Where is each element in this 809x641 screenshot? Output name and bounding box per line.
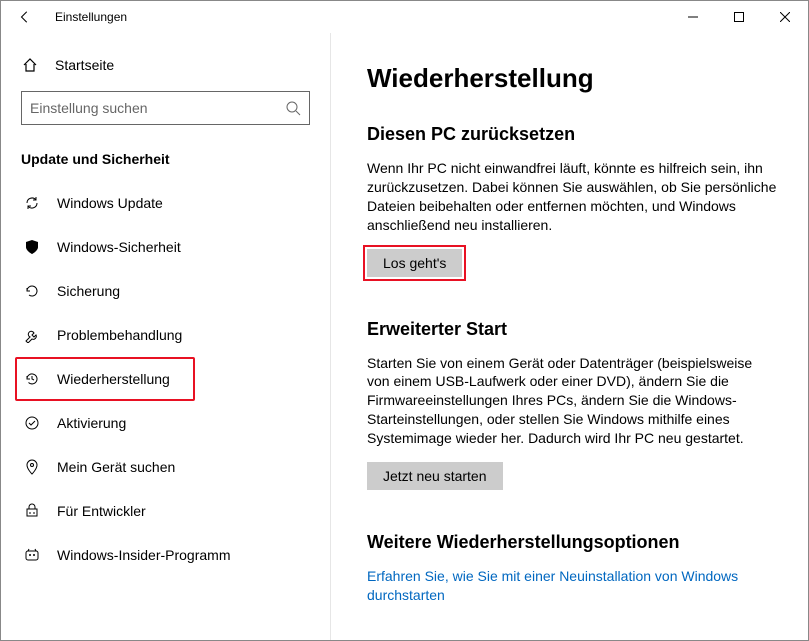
location-icon bbox=[23, 459, 41, 475]
sidebar-item-label: Windows-Sicherheit bbox=[57, 239, 181, 255]
close-button[interactable] bbox=[762, 1, 808, 33]
reset-section: Diesen PC zurücksetzen Wenn Ihr PC nicht… bbox=[367, 124, 778, 281]
search-icon bbox=[285, 100, 301, 116]
back-button[interactable] bbox=[9, 1, 41, 33]
sidebar-home-label: Startseite bbox=[55, 57, 114, 73]
sidebar-item-find-device[interactable]: Mein Gerät suchen bbox=[21, 445, 310, 489]
minimize-button[interactable] bbox=[670, 1, 716, 33]
search-placeholder: Einstellung suchen bbox=[30, 100, 148, 116]
wrench-icon bbox=[23, 327, 41, 343]
sidebar-item-label: Sicherung bbox=[57, 283, 120, 299]
sidebar-item-activation[interactable]: Aktivierung bbox=[21, 401, 310, 445]
main-content: Wiederherstellung Diesen PC zurücksetzen… bbox=[331, 33, 808, 640]
sidebar-item-backup[interactable]: Sicherung bbox=[21, 269, 310, 313]
check-circle-icon bbox=[23, 415, 41, 431]
search-input[interactable]: Einstellung suchen bbox=[21, 91, 310, 125]
more-section: Weitere Wiederherstellungsoptionen Erfah… bbox=[367, 532, 778, 605]
home-icon bbox=[21, 57, 39, 73]
sidebar-item-label: Problembehandlung bbox=[57, 327, 182, 343]
advanced-section: Erweiterter Start Starten Sie von einem … bbox=[367, 319, 778, 494]
sidebar-item-insider[interactable]: Windows-Insider-Programm bbox=[21, 533, 310, 577]
advanced-title: Erweiterter Start bbox=[367, 319, 778, 340]
sidebar-item-label: Windows Update bbox=[57, 195, 163, 211]
maximize-button[interactable] bbox=[716, 1, 762, 33]
sync-icon bbox=[23, 195, 41, 211]
window-title: Einstellungen bbox=[55, 10, 127, 24]
more-title: Weitere Wiederherstellungsoptionen bbox=[367, 532, 778, 553]
backup-icon bbox=[23, 283, 41, 299]
sidebar-item-label: Für Entwickler bbox=[57, 503, 146, 519]
sidebar-item-label: Wiederherstellung bbox=[57, 371, 170, 387]
sidebar-item-label: Aktivierung bbox=[57, 415, 126, 431]
page-title: Wiederherstellung bbox=[367, 63, 778, 94]
sidebar-category: Update und Sicherheit bbox=[21, 151, 310, 167]
sidebar: Startseite Einstellung suchen Update und… bbox=[1, 33, 331, 640]
sidebar-item-windows-security[interactable]: Windows-Sicherheit bbox=[21, 225, 310, 269]
reset-start-button[interactable]: Los geht's bbox=[367, 249, 462, 277]
sidebar-item-label: Mein Gerät suchen bbox=[57, 459, 175, 475]
fresh-install-link[interactable]: Erfahren Sie, wie Sie mit einer Neuinsta… bbox=[367, 568, 738, 603]
sidebar-item-label: Windows-Insider-Programm bbox=[57, 547, 230, 563]
reset-body: Wenn Ihr PC nicht einwandfrei läuft, kön… bbox=[367, 159, 778, 235]
restart-now-button[interactable]: Jetzt neu starten bbox=[367, 462, 503, 490]
sidebar-item-developers[interactable]: Für Entwickler bbox=[21, 489, 310, 533]
shield-icon bbox=[23, 239, 41, 255]
history-icon bbox=[23, 371, 41, 387]
developer-icon bbox=[23, 503, 41, 519]
sidebar-item-troubleshoot[interactable]: Problembehandlung bbox=[21, 313, 310, 357]
advanced-body: Starten Sie von einem Gerät oder Datentr… bbox=[367, 354, 778, 448]
sidebar-home[interactable]: Startseite bbox=[21, 51, 310, 91]
sidebar-item-windows-update[interactable]: Windows Update bbox=[21, 181, 310, 225]
titlebar: Einstellungen bbox=[1, 1, 808, 33]
insider-icon bbox=[23, 547, 41, 563]
reset-title: Diesen PC zurücksetzen bbox=[367, 124, 778, 145]
sidebar-item-recovery[interactable]: Wiederherstellung bbox=[15, 357, 195, 401]
